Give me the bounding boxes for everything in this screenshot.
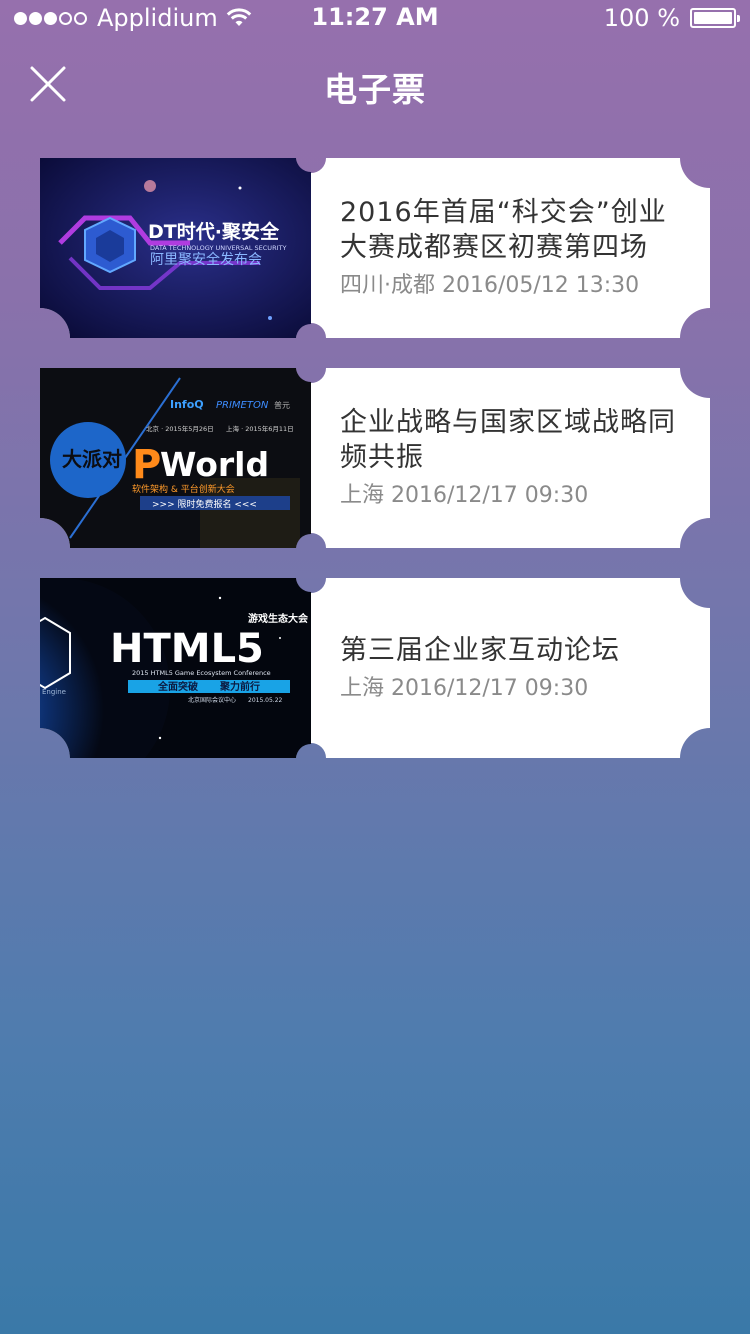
poster-brand-b: PRIMETON bbox=[216, 400, 269, 411]
battery-icon bbox=[690, 8, 740, 28]
ticket-info: 2016年首届“科交会”创业大赛成都赛区初赛第四场 四川·成都 2016/05/… bbox=[340, 158, 690, 338]
ticket-info: 企业战略与国家区域战略同频共振 上海 2016/12/17 09:30 bbox=[340, 368, 690, 548]
ticket-title: 第三届企业家互动论坛 bbox=[340, 634, 620, 666]
ticket-list: DT时代·聚安全 DATA TECHNOLOGY UNIVERSAL SECUR… bbox=[40, 158, 710, 788]
poster-headline: World bbox=[160, 445, 269, 484]
poster-badge: 大派对 bbox=[62, 447, 122, 471]
event-poster: Engine 游戏生态大会 HTML5 2015 HTML5 Game Ecos… bbox=[40, 578, 311, 758]
poster-brand-c: 普元 bbox=[274, 400, 290, 410]
page-title: 电子票 bbox=[324, 70, 426, 109]
poster-date-a: 北京 · 2015年5月26日 bbox=[146, 424, 214, 433]
poster-tagline: 阿里聚安全发布会 bbox=[150, 251, 262, 268]
nav-bar: 电子票 bbox=[0, 44, 750, 124]
ticket-item[interactable]: 大派对 InfoQ PRIMETON 普元 北京 · 2015年5月26日 上海… bbox=[40, 368, 710, 548]
battery-percent: 100 % bbox=[603, 4, 680, 32]
poster-date: 2015.05.22 bbox=[248, 697, 283, 704]
poster-headline: HTML5 bbox=[110, 626, 264, 672]
ticket-meta: 上海 2016/12/17 09:30 bbox=[340, 675, 589, 701]
poster-brand-a: InfoQ bbox=[170, 398, 204, 411]
poster-subline: DATA TECHNOLOGY UNIVERSAL SECURITY bbox=[150, 244, 286, 252]
status-bar: Applidium 11:27 AM 100 % bbox=[0, 0, 750, 40]
poster-kicker: 游戏生态大会 bbox=[248, 612, 308, 625]
ticket-meta: 四川·成都 2016/05/12 13:30 bbox=[340, 273, 640, 298]
ticket-item[interactable]: DT时代·聚安全 DATA TECHNOLOGY UNIVERSAL SECUR… bbox=[40, 158, 710, 338]
poster-banner-b: 聚力前行 bbox=[219, 680, 260, 693]
poster-banner: >>> 限时免费报名 <<< bbox=[152, 498, 257, 510]
poster-venue: 北京国际会议中心 bbox=[188, 696, 236, 704]
poster-side-text: Engine bbox=[42, 688, 66, 696]
poster-banner-a: 全面突破 bbox=[157, 680, 198, 693]
event-poster: 大派对 InfoQ PRIMETON 普元 北京 · 2015年5月26日 上海… bbox=[40, 368, 311, 548]
ticket-meta: 上海 2016/12/17 09:30 bbox=[340, 483, 589, 508]
poster-date-b: 上海 · 2015年6月11日 bbox=[226, 424, 294, 433]
poster-logo-letter: P bbox=[132, 442, 161, 488]
ticket-title: 2016年首届“科交会”创业大赛成都赛区初赛第四场 bbox=[340, 197, 667, 263]
poster-headline: DT时代·聚安全 bbox=[148, 220, 280, 243]
event-poster: DT时代·聚安全 DATA TECHNOLOGY UNIVERSAL SECUR… bbox=[40, 158, 311, 338]
poster-subline: 软件架构 & 平台创新大会 bbox=[132, 483, 235, 495]
ticket-item[interactable]: Engine 游戏生态大会 HTML5 2015 HTML5 Game Ecos… bbox=[40, 578, 710, 758]
poster-subline: 2015 HTML5 Game Ecosystem Conference bbox=[132, 669, 271, 677]
status-right: 100 % bbox=[603, 4, 740, 32]
ticket-info: 第三届企业家互动论坛 上海 2016/12/17 09:30 bbox=[340, 578, 690, 758]
ticket-title: 企业战略与国家区域战略同频共振 bbox=[340, 407, 676, 473]
